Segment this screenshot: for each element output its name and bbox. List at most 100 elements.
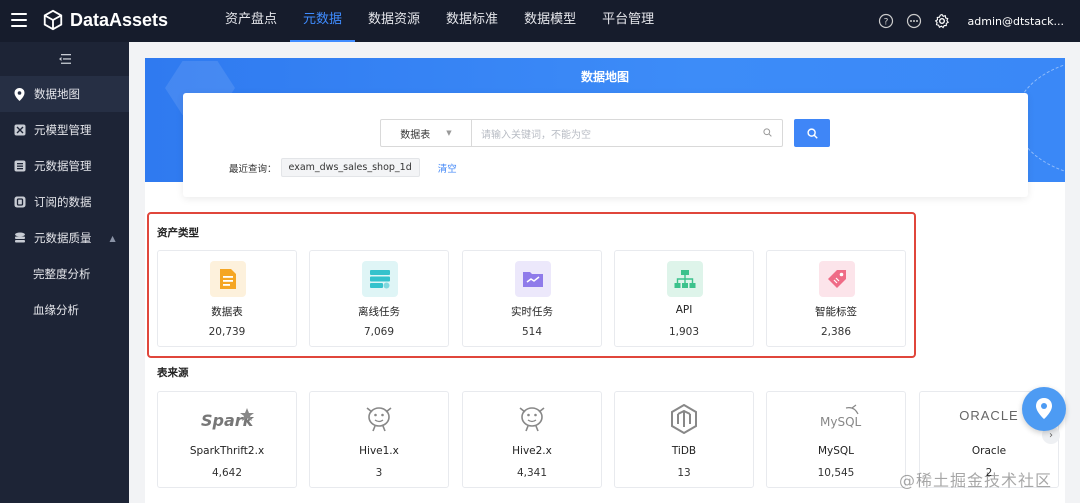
source-card-sparkthrift[interactable]: Spark SparkThrift2.x 4,642 (157, 391, 297, 488)
recent-query-tag[interactable]: exam_dws_sales_shop_1d (280, 158, 420, 177)
asset-card-smart-tag[interactable]: 智能标签 2,386 (766, 250, 906, 347)
search-type-select[interactable]: 数据表 ▼ (381, 120, 472, 146)
caret-down-icon: ▼ (446, 129, 452, 137)
source-card-hive1[interactable]: Hive1.x 3 (309, 391, 449, 488)
quality-icon (13, 232, 26, 245)
subscribe-icon (13, 196, 26, 209)
data-map-float-button[interactable] (1022, 387, 1066, 431)
recent-queries: 最近查询： exam_dws_sales_shop_1d 清空 (229, 158, 457, 177)
asset-card-count: 20,739 (208, 326, 246, 338)
source-card-label: MySQL (817, 445, 855, 457)
nav-item-data-models[interactable]: 数据模型 (511, 0, 589, 42)
offline-task-icon (362, 261, 398, 297)
clear-history-link[interactable]: 清空 (438, 161, 457, 175)
source-card-label: Oracle (971, 445, 1007, 457)
asset-card-count: 1,903 (668, 326, 700, 338)
realtime-task-icon (515, 261, 551, 297)
asset-card-table[interactable]: 数据表 20,739 (157, 250, 297, 347)
source-card-count: 4,642 (211, 467, 243, 479)
source-card-count: 13 (677, 467, 691, 479)
map-pin-icon (13, 87, 26, 101)
source-card-count: 4,341 (516, 467, 548, 479)
recent-label: 最近查询： (229, 163, 277, 175)
source-card-label: Hive2.x (512, 445, 552, 457)
map-pin-icon (1036, 398, 1052, 419)
sidebar-item-label: 元模型管理 (34, 123, 92, 137)
nav-item-data-resources[interactable]: 数据资源 (355, 0, 433, 42)
spark-logo: Spark (158, 404, 296, 432)
asset-card-realtime-task[interactable]: 实时任务 514 (462, 250, 602, 347)
settings-gear-icon[interactable] (934, 13, 950, 29)
cube-logo-icon (43, 9, 63, 31)
sidebar-item-completeness-analysis[interactable]: 完整度分析 (0, 256, 129, 292)
asset-card-offline-task[interactable]: 离线任务 7,069 (309, 250, 449, 347)
svg-text:?: ? (883, 18, 888, 28)
main-nav: 资产盘点 元数据 数据资源 数据标准 数据模型 平台管理 (212, 0, 667, 42)
source-card-tidb[interactable]: TiDB 13 (614, 391, 754, 488)
database-icon (13, 160, 26, 173)
asset-card-count: 514 (521, 326, 543, 338)
sidebar-item-meta-model[interactable]: 元模型管理 (0, 112, 129, 148)
source-card-count: 3 (375, 467, 383, 479)
search-icon (806, 127, 818, 139)
top-navbar: DataAssets 资产盘点 元数据 数据资源 数据标准 数据模型 平台管理 … (0, 0, 1080, 42)
model-icon (13, 124, 26, 137)
sidebar-item-data-map[interactable]: 数据地图 (0, 76, 129, 112)
nav-item-platform-admin[interactable]: 平台管理 (589, 0, 667, 42)
source-card-label: Hive1.x (359, 445, 399, 457)
user-account[interactable]: admin@dtstack... (968, 15, 1064, 28)
tag-icon (819, 261, 855, 297)
asset-card-count: 7,069 (363, 326, 395, 338)
svg-text:MySQL: MySQL (820, 415, 862, 429)
nav-item-asset-inventory[interactable]: 资产盘点 (212, 0, 290, 42)
sidebar-collapse-toggle[interactable] (0, 42, 129, 76)
source-card-hive2[interactable]: Hive2.x 4,341 (462, 391, 602, 488)
asset-card-count: 2,386 (820, 326, 852, 338)
collapse-menu-icon (58, 54, 71, 64)
search-placeholder: 请输入关键词，不能为空 (481, 129, 591, 141)
sidebar-item-metadata-management[interactable]: 元数据管理 (0, 148, 129, 184)
search-button[interactable] (794, 119, 830, 147)
search-box: 数据表 ▼ 请输入关键词，不能为空 (380, 119, 783, 147)
nav-item-data-standards[interactable]: 数据标准 (433, 0, 511, 42)
asset-card-api[interactable]: API 1,903 (614, 250, 754, 347)
help-icon[interactable]: ? (878, 13, 894, 29)
table-sources-title: 表来源 (157, 367, 189, 379)
page-title: 数据地图 (580, 70, 629, 84)
menu-icon[interactable] (11, 13, 27, 27)
main-content: 数据地图 数据表 ▼ 请输入关键词，不能为空 最近查询： exam_dws_sa… (129, 42, 1080, 503)
search-input[interactable]: 请输入关键词，不能为空 (472, 120, 782, 146)
source-card-count: 10,545 (817, 467, 855, 479)
sidebar-item-label: 元数据质量 (34, 231, 92, 245)
api-icon (667, 261, 703, 297)
sidebar-item-label: 完整度分析 (33, 267, 91, 281)
asset-card-label: 实时任务 (511, 306, 553, 318)
app-logo[interactable]: DataAssets (42, 9, 168, 31)
asset-card-label: 数据表 (211, 306, 243, 318)
mysql-logo: MySQL (767, 404, 905, 432)
asset-card-label: API (675, 304, 693, 316)
message-icon[interactable] (906, 13, 922, 29)
watermark: @稀土掘金技术社区 (899, 471, 1053, 490)
tidb-logo-icon (615, 404, 753, 434)
source-card-label: SparkThrift2.x (189, 445, 265, 457)
search-icon (763, 128, 772, 137)
hive-logo-icon (310, 404, 448, 432)
asset-types-title: 资产类型 (157, 227, 199, 239)
sidebar-item-lineage-analysis[interactable]: 血缘分析 (0, 292, 129, 328)
sidebar-item-label: 元数据管理 (34, 159, 92, 173)
asset-card-label: 智能标签 (815, 306, 857, 318)
asset-card-label: 离线任务 (358, 306, 400, 318)
source-card-mysql[interactable]: MySQL MySQL 10,545 (766, 391, 906, 488)
top-right-tools: ? admin@dtstack... (878, 0, 1064, 42)
sidebar-item-subscribed-data[interactable]: 订阅的数据 (0, 184, 129, 220)
sidebar-item-label: 数据地图 (34, 87, 80, 101)
table-icon (210, 261, 246, 297)
nav-item-metadata[interactable]: 元数据 (290, 0, 356, 42)
source-card-label: TiDB (671, 445, 697, 457)
app-name: DataAssets (70, 9, 169, 30)
chevron-up-icon: ▲ (109, 233, 116, 243)
search-card: 数据表 ▼ 请输入关键词，不能为空 最近查询： exam_dws_sales_s… (183, 93, 1028, 197)
sidebar-item-metadata-quality[interactable]: 元数据质量 ▲ (0, 220, 129, 256)
sidebar-item-label: 订阅的数据 (34, 195, 92, 209)
